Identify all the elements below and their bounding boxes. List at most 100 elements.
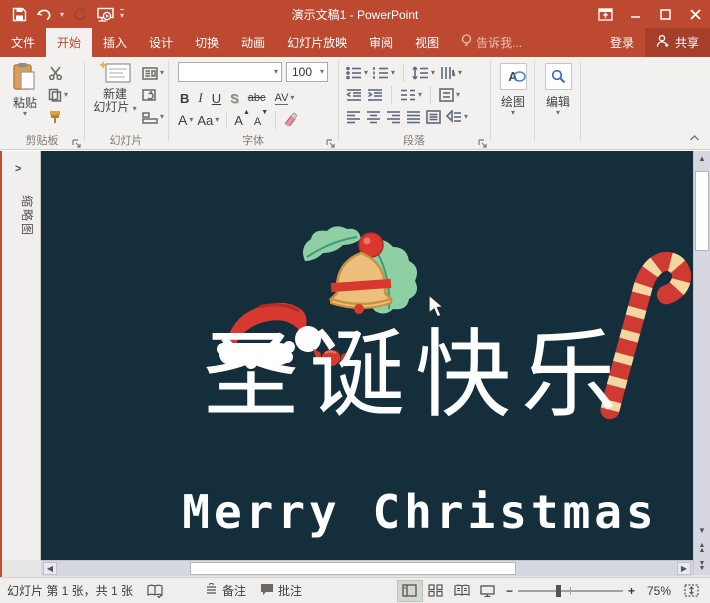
slide-sorter-view-button[interactable] (423, 580, 449, 602)
normal-view-button[interactable] (397, 580, 423, 602)
horizontal-scrollbar-thumb[interactable] (190, 562, 516, 575)
horizontal-scrollbar[interactable]: ◀ ▶ (41, 560, 693, 576)
decrease-font-size-button[interactable]: A▼ (254, 113, 268, 128)
change-case-button[interactable]: Aa▾ (197, 110, 219, 130)
text-shadow-button[interactable]: S (230, 91, 239, 106)
convert-to-smartart-button[interactable]: ▾ (446, 107, 468, 127)
distribute-button[interactable] (426, 110, 441, 124)
align-center-button[interactable] (366, 110, 381, 124)
underline-button[interactable]: U (212, 91, 221, 106)
start-slideshow-icon[interactable] (94, 3, 116, 25)
drawing-button[interactable]: A 绘图 ▾ (498, 63, 528, 116)
previous-slide-button[interactable]: ▲▲ (694, 541, 710, 555)
sign-in-button[interactable]: 登录 (599, 28, 645, 57)
scroll-left-icon[interactable]: ◀ (43, 562, 57, 575)
spellcheck-icon[interactable] (140, 578, 170, 603)
title-bar: ▾ ▾ 演示文稿1 - PowerPoint (0, 0, 710, 28)
minimize-button[interactable] (620, 0, 650, 28)
save-icon[interactable] (8, 3, 30, 25)
increase-indent-button[interactable] (367, 88, 383, 102)
group-drawing: A 绘图 ▾ (490, 57, 534, 150)
tab-home[interactable]: 开始 (46, 28, 92, 57)
tab-animations[interactable]: 动画 (230, 28, 276, 57)
zoom-in-button[interactable]: + (623, 578, 640, 603)
group-paragraph: ▾ ▾ ▾ ▾ ▾ ▾ ▾ 段落 (338, 57, 490, 150)
share-button[interactable]: 共享 (645, 28, 710, 57)
scroll-up-icon[interactable]: ▲ (694, 151, 710, 165)
zoom-slider[interactable] (518, 590, 623, 592)
customize-qat-caret[interactable]: ▾ (120, 9, 124, 20)
comments-toggle[interactable]: 批注 (253, 578, 309, 603)
paragraph-dialog-launcher[interactable] (478, 137, 488, 147)
align-left-button[interactable] (346, 110, 361, 124)
tab-insert[interactable]: 插入 (92, 28, 138, 57)
increase-font-size-button[interactable]: A▲ (234, 113, 250, 128)
fit-slide-to-window-button[interactable] (678, 580, 704, 602)
slideshow-view-button[interactable] (475, 580, 501, 602)
undo-button[interactable] (34, 3, 56, 25)
strikethrough-button[interactable]: abc (248, 92, 266, 104)
text-direction-button[interactable]: ▾ (440, 63, 462, 83)
group-font: ▾ 100▾ B I U S abc AV▾ A▾ Aa▾ A▲ A▼ 字体 (168, 57, 338, 150)
justify-button[interactable] (406, 110, 421, 124)
tab-design[interactable]: 设计 (138, 28, 184, 57)
character-spacing-button[interactable]: AV▾ (275, 88, 295, 108)
cut-button[interactable] (48, 63, 63, 83)
section-button[interactable]: ▾ (142, 107, 164, 127)
vertical-scrollbar-thumb[interactable] (695, 171, 709, 251)
thumbnail-pane-collapsed[interactable]: > 缩略图 (2, 151, 40, 560)
bullets-button[interactable]: ▾ (346, 63, 368, 83)
group-label-font: 字体 (168, 132, 338, 148)
tab-review[interactable]: 审阅 (358, 28, 404, 57)
numbering-button[interactable]: ▾ (373, 63, 395, 83)
group-label-slides: 幻灯片 (84, 132, 168, 148)
tab-file[interactable]: 文件 (0, 28, 46, 57)
group-label-paragraph: 段落 (338, 132, 490, 148)
bold-button[interactable]: B (180, 91, 189, 106)
zoom-out-button[interactable]: − (501, 578, 518, 603)
font-size-combobox[interactable]: 100▾ (286, 62, 328, 82)
expand-thumbnails-icon[interactable]: > (15, 163, 21, 175)
paste-button[interactable]: 粘贴 ▾ (8, 62, 42, 117)
scroll-right-icon[interactable]: ▶ (677, 562, 691, 575)
slide-title-english[interactable]: Merry Christmas (94, 485, 693, 539)
new-slide-button[interactable]: 新建 幻灯片 ▾ (90, 61, 140, 114)
slide-number-indicator[interactable]: 幻灯片 第 1 张，共 1 张 (0, 578, 140, 603)
reset-button[interactable] (142, 85, 158, 105)
slide-title-chinese[interactable]: 圣诞快乐 (89, 323, 693, 429)
notes-icon (205, 583, 218, 598)
copy-button[interactable]: ▾ (48, 85, 68, 105)
zoom-slider-thumb[interactable] (556, 585, 561, 597)
line-spacing-button[interactable]: ▾ (412, 63, 435, 83)
clear-formatting-icon[interactable] (283, 112, 298, 129)
italic-button[interactable]: I (198, 90, 202, 106)
ribbon-display-options-icon[interactable] (590, 0, 620, 28)
align-text-button[interactable]: ▾ (439, 85, 460, 105)
font-dialog-launcher[interactable] (326, 137, 336, 147)
format-painter-button[interactable] (48, 107, 62, 127)
slide-canvas[interactable]: 圣诞快乐 Merry Christmas (41, 151, 693, 560)
font-name-combobox[interactable]: ▾ (178, 62, 282, 82)
align-right-button[interactable] (386, 110, 401, 124)
decrease-indent-button[interactable] (346, 88, 362, 102)
clipboard-dialog-launcher[interactable] (72, 137, 82, 147)
tab-transitions[interactable]: 切换 (184, 28, 230, 57)
tab-view[interactable]: 视图 (404, 28, 450, 57)
undo-dropdown-caret[interactable]: ▾ (60, 10, 64, 19)
vertical-scrollbar[interactable]: ▲ ▼ ▲▲ ▼▼ (693, 151, 710, 575)
collapse-ribbon-icon[interactable] (689, 131, 700, 145)
next-slide-button[interactable]: ▼▼ (694, 559, 710, 573)
maximize-button[interactable] (650, 0, 680, 28)
reading-view-button[interactable] (449, 580, 475, 602)
scroll-down-icon[interactable]: ▼ (694, 523, 710, 537)
tab-slideshow[interactable]: 幻灯片放映 (276, 28, 358, 57)
close-button[interactable] (680, 0, 710, 28)
tab-tell-me[interactable]: 告诉我... (450, 28, 533, 57)
layout-button[interactable]: ▾ (142, 63, 164, 83)
font-color-button[interactable]: A▾ (178, 110, 193, 130)
group-clipboard: 粘贴 ▾ ▾ 剪贴板 (0, 57, 84, 150)
editing-button[interactable]: 编辑 ▾ (543, 63, 573, 116)
columns-button[interactable]: ▾ (400, 85, 422, 105)
zoom-level-indicator[interactable]: 75% (640, 578, 678, 603)
notes-toggle[interactable]: 备注 (198, 578, 253, 603)
